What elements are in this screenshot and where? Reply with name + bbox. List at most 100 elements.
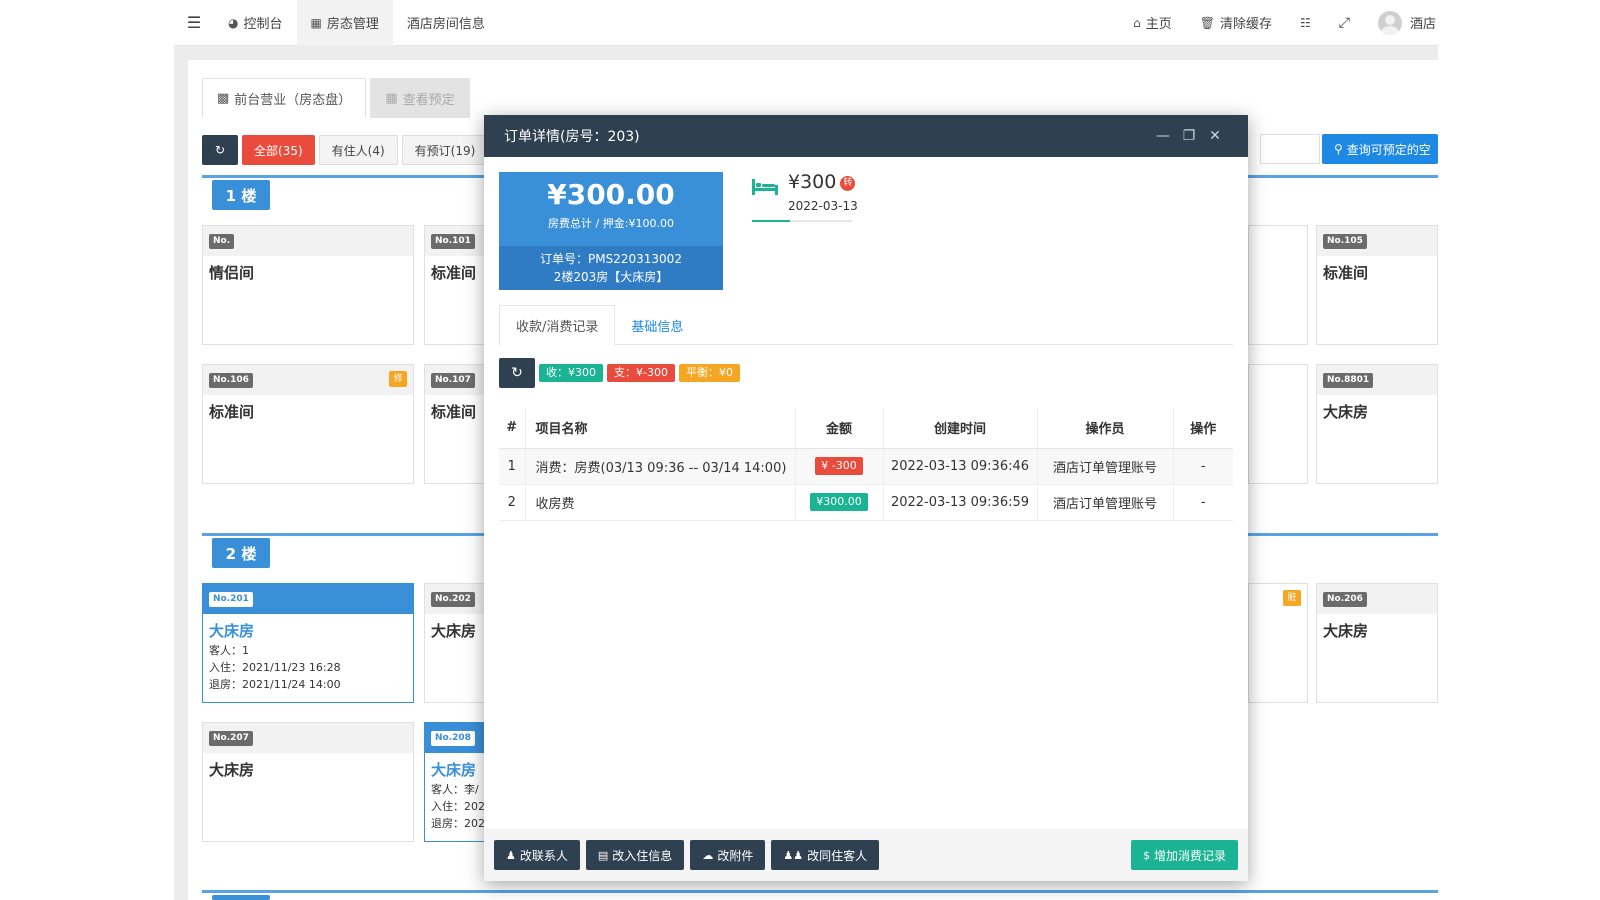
users-icon: ♟♟ xyxy=(783,848,804,862)
room-type: 大床房 xyxy=(209,622,255,640)
room-card[interactable]: No.106 修 标准间 xyxy=(202,364,414,484)
tab-view-reservations[interactable]: ▦ 查看预定 xyxy=(370,78,470,118)
room-type: 标准间 xyxy=(431,403,477,421)
language-button[interactable]: ☷ xyxy=(1286,0,1325,46)
expense-badge: 支：¥-300 xyxy=(607,364,675,382)
room-card[interactable] xyxy=(1248,225,1308,345)
filter-occupied-button[interactable]: 有住人(4) xyxy=(318,135,398,165)
room-number: No.201 xyxy=(209,592,253,607)
dirty-badge: 脏 xyxy=(1283,590,1301,606)
room-number: No.101 xyxy=(431,234,475,249)
modal-title: 订单详情(房号：203) xyxy=(504,129,640,145)
edit-contact-button[interactable]: ♟ 改联系人 xyxy=(494,840,580,870)
filter-bar: ↻ 全部(35) 有住人(4) 有预订(19) xyxy=(202,135,489,165)
room-guest-info: 客人：1 入住：2021/11/23 16:28 退房：2021/11/24 1… xyxy=(209,644,341,691)
home-link[interactable]: ⌂ 主页 xyxy=(1119,0,1186,46)
top-navbar: ☰ ◕ 控制台 ▦ 房态管理 酒店房间信息 ⌂ 主页 🗑 清除缓存 ☷ ⤢ 酒店 xyxy=(174,0,1438,46)
calendar-icon: ▦ xyxy=(310,15,322,30)
filter-all-button[interactable]: 全部(35) xyxy=(242,135,315,165)
user-icon: ♟ xyxy=(506,848,516,862)
amount-badge: ¥300.00 xyxy=(810,493,868,511)
room-card[interactable]: No.207 大床房 xyxy=(202,722,414,842)
add-consumption-button[interactable]: $ 增加消费记录 xyxy=(1130,840,1238,870)
room-number: No.8801 xyxy=(1323,373,1374,388)
column-header: 金额 xyxy=(795,408,884,449)
clear-cache-button[interactable]: 🗑 清除缓存 xyxy=(1186,0,1286,46)
room-type: 大床房 xyxy=(431,622,477,640)
edit-checkin-button[interactable]: ▤ 改入住信息 xyxy=(585,840,685,870)
nav-hotel-room-info[interactable]: 酒店房间信息 xyxy=(393,0,499,46)
search-available-button[interactable]: ⚲ 查询可预定的空 xyxy=(1322,134,1438,164)
room-card[interactable]: 脏 xyxy=(1248,583,1308,703)
room-card[interactable]: No.206 大床房 xyxy=(1316,583,1438,703)
tab-payment-records[interactable]: 收款/消费记录 xyxy=(499,305,616,346)
records-table: # 项目名称 金额 创建时间 操作员 操作 1 消费：房费(03/13 09:3… xyxy=(499,408,1233,521)
room-card[interactable]: No.201 大床房 客人：1 入住：2021/11/23 16:28 退房：2… xyxy=(202,583,414,703)
room-type: 标准间 xyxy=(1323,264,1369,282)
nav-room-status[interactable]: ▦ 房态管理 xyxy=(296,0,393,46)
daily-date: 2022-03-13 xyxy=(788,199,858,213)
income-badge: 收：¥300 xyxy=(539,364,603,382)
translate-icon: ☷ xyxy=(1300,15,1311,30)
search-icon: ⚲ xyxy=(1334,142,1343,156)
minimize-icon[interactable]: — xyxy=(1150,128,1176,144)
column-header: 项目名称 xyxy=(525,408,796,449)
filter-reserved-button[interactable]: 有预订(19) xyxy=(401,135,489,165)
tab-front-desk[interactable]: ▩ 前台营业（房态盘） xyxy=(202,78,367,118)
room-card[interactable]: No. 情侣间 xyxy=(202,225,414,345)
room-description: 2楼203房【大床房】 xyxy=(553,270,669,284)
maintenance-badge: 修 xyxy=(389,371,407,387)
fullscreen-button[interactable]: ⤢ xyxy=(1325,0,1364,46)
edit-guests-button[interactable]: ♟♟ 改同住客人 xyxy=(771,840,880,870)
room-number: No.207 xyxy=(209,731,253,746)
room-type: 标准间 xyxy=(209,403,255,421)
order-number: 订单号：PMS220313002 xyxy=(540,252,682,266)
nav-dashboard[interactable]: ◕ 控制台 xyxy=(214,0,297,46)
room-number: No. xyxy=(209,234,235,249)
calendar-icon: ▦ xyxy=(385,90,398,106)
topbar-right: ⌂ 主页 🗑 清除缓存 ☷ ⤢ 酒店 xyxy=(1119,0,1438,46)
floor-label: 1 楼 xyxy=(212,180,270,210)
modal-header: 订单详情(房号：203) — ❐ ✕ xyxy=(484,115,1248,157)
price-subtitle: 房费总计 / 押金:¥100.00 xyxy=(548,217,674,230)
amount-badge: ¥ -300 xyxy=(815,457,863,475)
search-input[interactable] xyxy=(1260,134,1320,164)
table-row: 1 消费：房费(03/13 09:36 -- 03/14 14:00) ¥ -3… xyxy=(499,448,1233,485)
bed-icon: ▤ xyxy=(597,848,609,862)
room-type: 标准间 xyxy=(431,264,477,282)
room-card[interactable] xyxy=(1248,364,1308,484)
room-type: 大床房 xyxy=(1323,403,1369,421)
room-number: No.202 xyxy=(431,592,475,607)
records-refresh-button[interactable]: ↻ xyxy=(499,358,535,388)
refresh-icon: ↻ xyxy=(214,143,226,157)
daily-progress-line xyxy=(752,220,852,222)
column-header: 创建时间 xyxy=(883,408,1038,449)
maximize-icon[interactable]: ❐ xyxy=(1176,128,1202,144)
price-total: ¥300.00 xyxy=(547,178,675,211)
room-type: 大床房 xyxy=(209,761,255,779)
bed-icon xyxy=(752,179,778,195)
room-type: 大床房 xyxy=(1323,622,1369,640)
dashboard-icon: ◕ xyxy=(228,15,239,30)
modal-footer: ♟ 改联系人 ▤ 改入住信息 ☁ 改附件 ♟♟ 改同住客人 $ 增加消费记录 xyxy=(484,829,1248,881)
room-card[interactable]: No.105 标准间 xyxy=(1316,225,1438,345)
close-icon[interactable]: ✕ xyxy=(1202,128,1228,144)
transfer-badge: 转 xyxy=(840,176,856,191)
refresh-button[interactable]: ↻ xyxy=(202,135,238,165)
column-header: 操作 xyxy=(1173,408,1233,449)
order-detail-modal: 订单详情(房号：203) — ❐ ✕ ¥300.00 房费总计 / 押金:¥10… xyxy=(484,115,1248,881)
floor-label: 2 楼 xyxy=(212,538,270,568)
tab-basic-info[interactable]: 基础信息 xyxy=(615,305,699,345)
floor-label xyxy=(212,895,270,900)
table-header-row: # 项目名称 金额 创建时间 操作员 操作 xyxy=(499,408,1233,449)
room-number: No.206 xyxy=(1323,592,1367,607)
price-summary-card: ¥300.00 房费总计 / 押金:¥100.00 订单号：PMS2203130… xyxy=(499,172,723,290)
trash-icon: 🗑 xyxy=(1199,15,1215,30)
menu-icon: ☰ xyxy=(186,13,202,32)
user-menu[interactable]: 酒店 xyxy=(1364,0,1438,46)
daily-price: ¥300 xyxy=(788,171,837,193)
cloud-upload-icon: ☁ xyxy=(702,848,714,862)
room-card[interactable]: No.8801 大床房 xyxy=(1316,364,1438,484)
menu-toggle-button[interactable]: ☰ xyxy=(174,0,214,46)
edit-attachment-button[interactable]: ☁ 改附件 xyxy=(690,840,766,870)
